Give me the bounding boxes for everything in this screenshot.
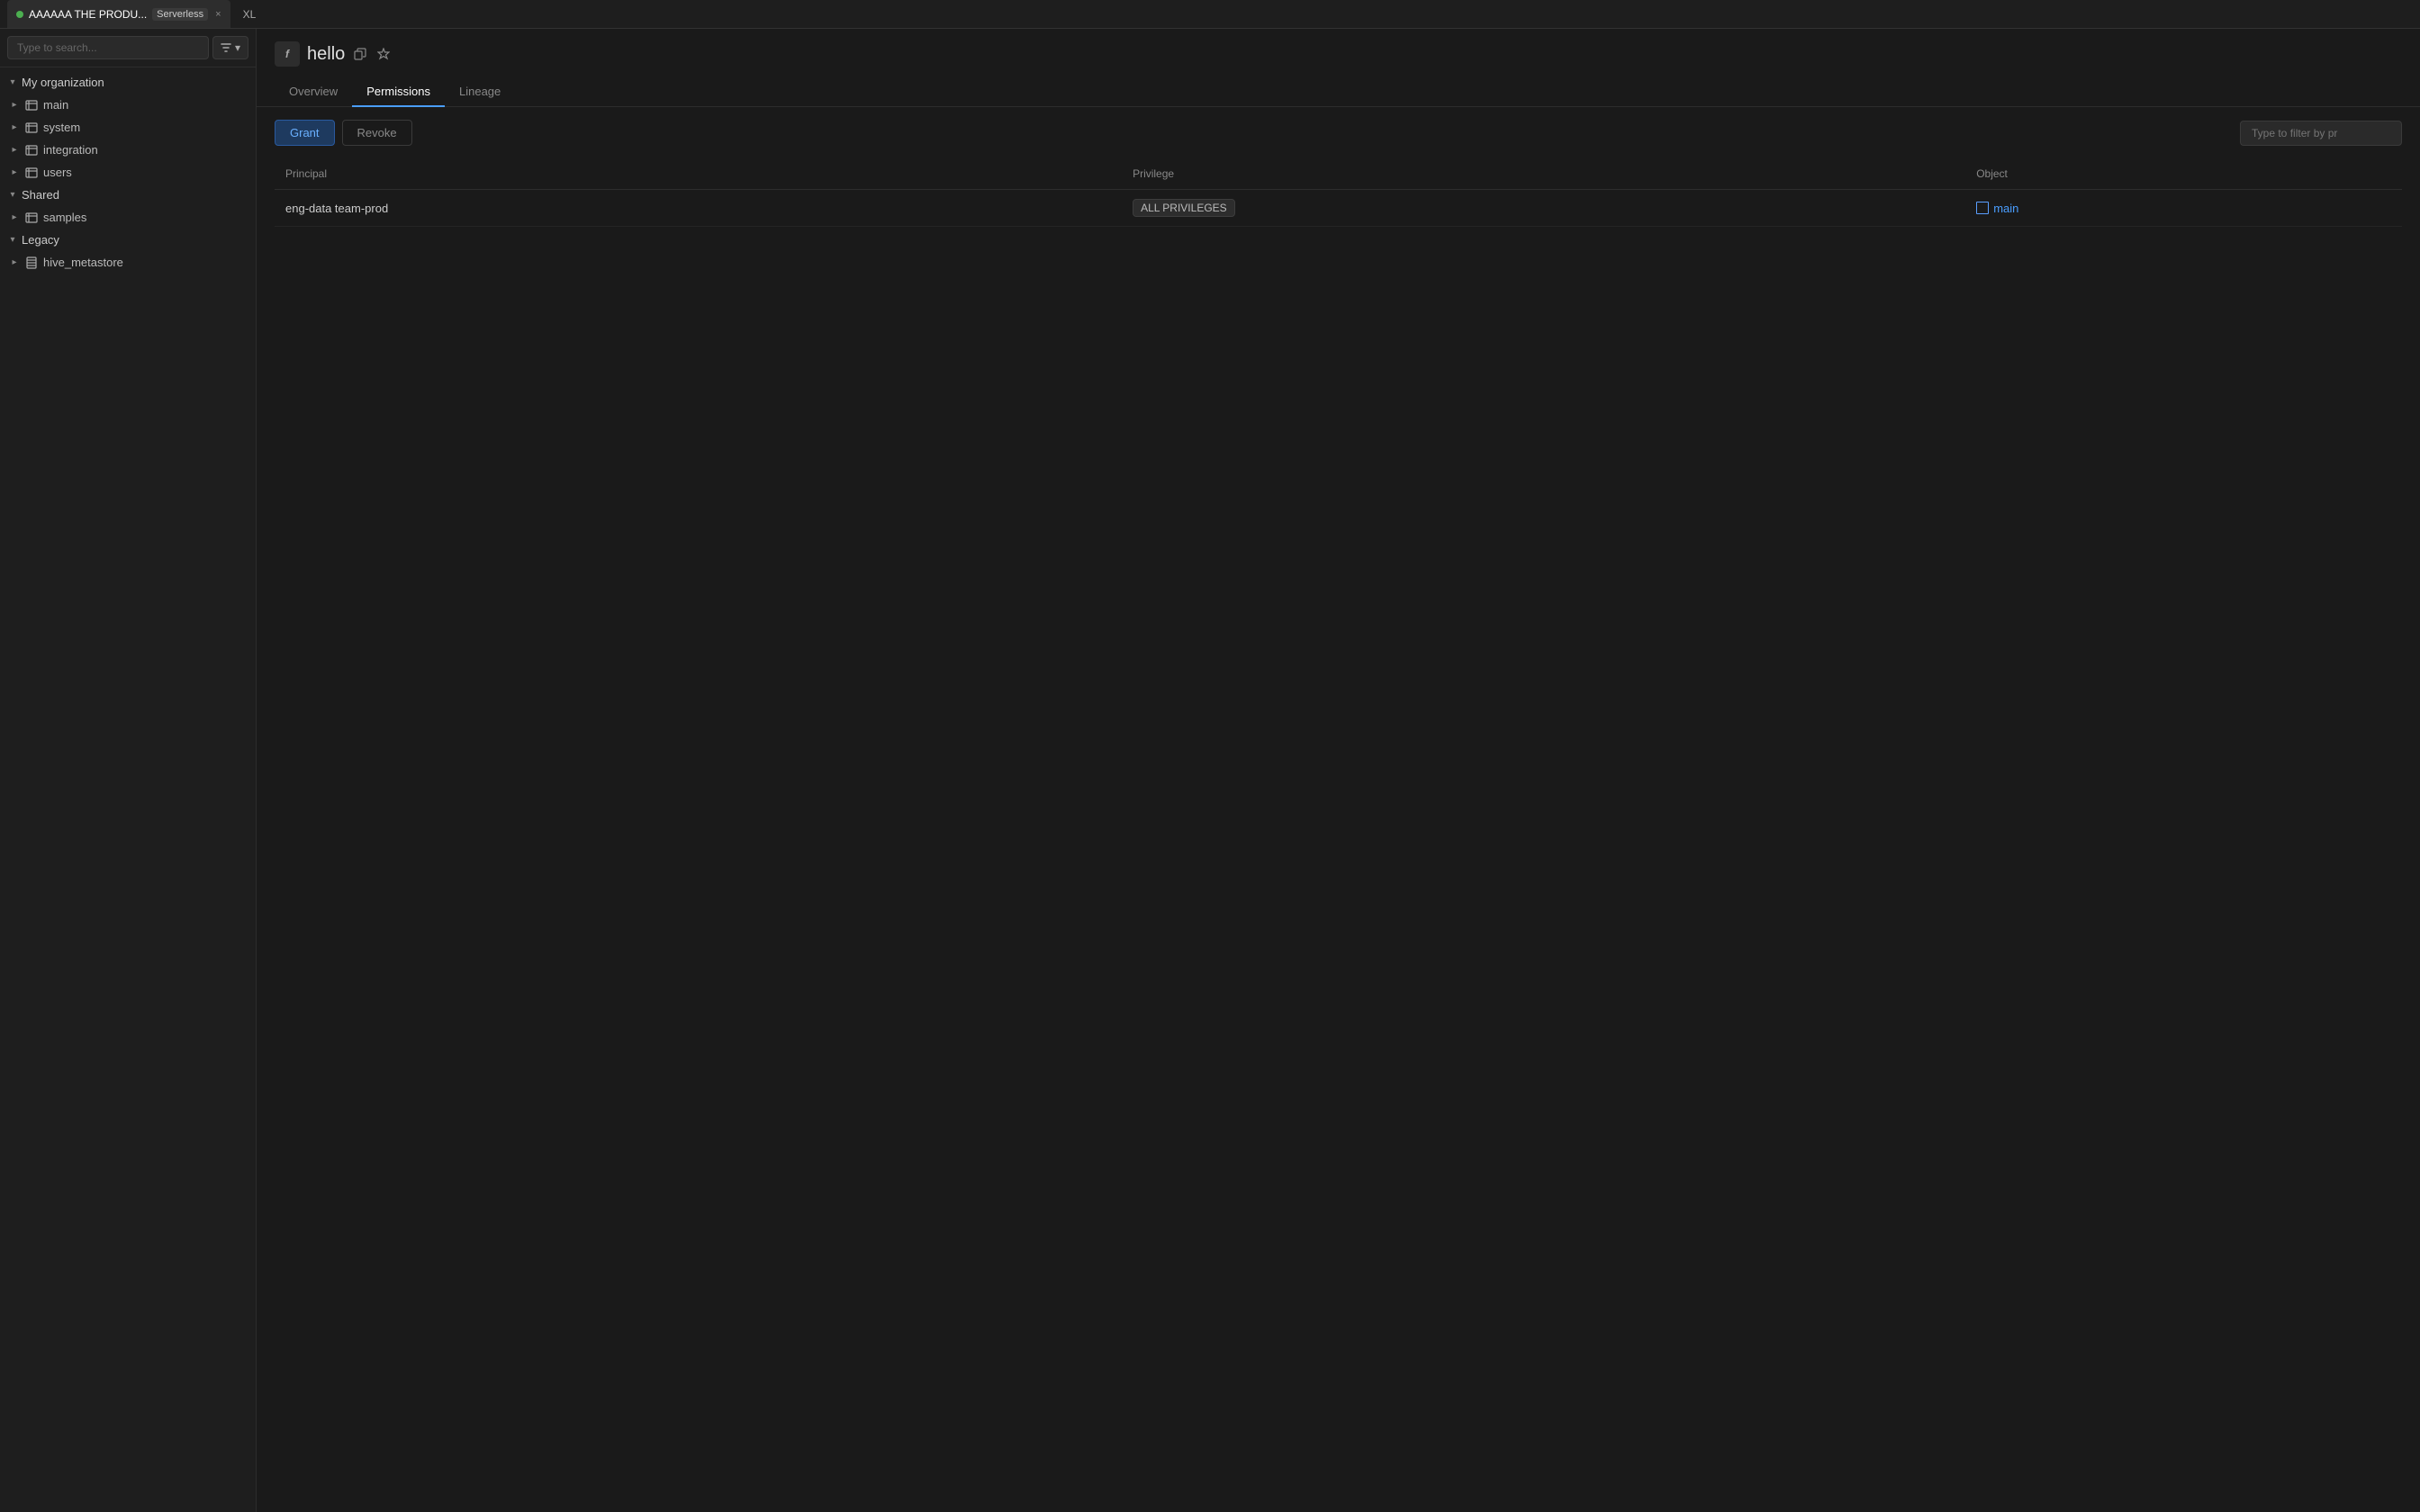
chevron-system (9, 122, 20, 133)
tab-overview[interactable]: Overview (275, 77, 352, 107)
sidebar-item-main[interactable]: main (0, 94, 256, 116)
section-shared: Shared samples (0, 184, 256, 229)
col-object: Object (1965, 158, 2402, 190)
section-shared-label: Shared (22, 188, 59, 202)
sidebar-item-main-label: main (43, 98, 68, 112)
catalog-icon-main (25, 99, 38, 112)
catalog-icon-users (25, 166, 38, 179)
cell-principal: eng-data team-prod (275, 190, 1122, 227)
col-privilege: Privilege (1122, 158, 1965, 190)
sidebar-item-integration-label: integration (43, 143, 98, 157)
tab-permissions[interactable]: Permissions (352, 77, 445, 107)
chevron-legacy (7, 235, 18, 246)
sidebar-item-samples-label: samples (43, 211, 86, 224)
tab-bar: AAAAAA THE PRODU... Serverless × XL (0, 0, 2420, 29)
catalog-icon-system (25, 122, 38, 134)
sidebar-item-system[interactable]: system (0, 116, 256, 139)
search-input[interactable] (7, 36, 209, 59)
sidebar-item-users[interactable]: users (0, 161, 256, 184)
tab-badge: Serverless (152, 8, 208, 21)
content-area: f hello Overview Permissions Lineage Gra… (257, 29, 2420, 1512)
sidebar-item-samples[interactable]: samples (0, 206, 256, 229)
permissions-table: Principal Privilege Object eng-data team… (257, 158, 2420, 1512)
sidebar-item-users-label: users (43, 166, 72, 179)
function-icon: f (275, 41, 300, 67)
star-icon (377, 48, 390, 60)
sidebar-item-integration[interactable]: integration (0, 139, 256, 161)
revoke-button[interactable]: Revoke (342, 120, 412, 146)
section-legacy-header[interactable]: Legacy (0, 229, 256, 251)
col-principal: Principal (275, 158, 1122, 190)
tab-close-icon[interactable]: × (215, 9, 221, 20)
sidebar: ▾ My organization (0, 29, 257, 1512)
sidebar-item-system-label: system (43, 121, 80, 134)
sidebar-item-hive-label: hive_metastore (43, 256, 123, 269)
tab-main[interactable]: AAAAAA THE PRODU... Serverless × (7, 0, 230, 28)
chevron-samples (9, 212, 20, 223)
filter-button[interactable]: ▾ (212, 36, 248, 59)
privilege-badge: ALL PRIVILEGES (1133, 199, 1235, 217)
catalog-icon-integration (25, 144, 38, 157)
sidebar-item-hive-metastore[interactable]: hive_metastore (0, 251, 256, 274)
tab-xl[interactable]: XL (234, 0, 266, 28)
object-label: main (1993, 202, 2018, 215)
section-shared-header[interactable]: Shared (0, 184, 256, 206)
object-catalog-icon (1976, 202, 1989, 214)
section-my-organization-header[interactable]: My organization (0, 71, 256, 94)
chevron-hive (9, 257, 20, 268)
filter-input[interactable] (2240, 121, 2402, 146)
catalog-icon-samples (25, 212, 38, 224)
chevron-integration (9, 145, 20, 156)
sidebar-tree: My organization main (0, 68, 256, 1512)
grant-button[interactable]: Grant (275, 120, 335, 146)
star-button[interactable] (375, 46, 392, 62)
section-my-organization-label: My organization (22, 76, 104, 89)
catalog-icon-hive (25, 256, 38, 269)
chevron-my-org (7, 77, 18, 88)
filter-icon (221, 42, 231, 53)
filter-chevron: ▾ (235, 41, 240, 54)
tab-label: AAAAAA THE PRODU... (29, 8, 147, 21)
section-my-organization: My organization main (0, 71, 256, 184)
chevron-main (9, 100, 20, 111)
tabs-navigation: Overview Permissions Lineage (257, 70, 2420, 107)
cell-object: main (1965, 190, 2402, 227)
object-link[interactable]: main (1976, 202, 2391, 215)
tab-xl-label: XL (243, 8, 257, 21)
permissions-toolbar: Grant Revoke (257, 107, 2420, 158)
copy-button[interactable] (352, 46, 368, 62)
cell-privilege: ALL PRIVILEGES (1122, 190, 1965, 227)
section-legacy-label: Legacy (22, 233, 59, 247)
tab-status-dot (16, 11, 23, 18)
page-title: hello (307, 44, 345, 65)
main-layout: ▾ My organization (0, 29, 2420, 1512)
table-row: eng-data team-prod ALL PRIVILEGES main (275, 190, 2402, 227)
privileges-table: Principal Privilege Object eng-data team… (275, 158, 2402, 227)
section-legacy: Legacy hive_metastore (0, 229, 256, 274)
content-header: f hello (257, 29, 2420, 67)
chevron-shared (7, 190, 18, 201)
copy-icon (354, 48, 366, 60)
search-bar: ▾ (0, 29, 256, 68)
chevron-users (9, 167, 20, 178)
tab-lineage[interactable]: Lineage (445, 77, 515, 107)
